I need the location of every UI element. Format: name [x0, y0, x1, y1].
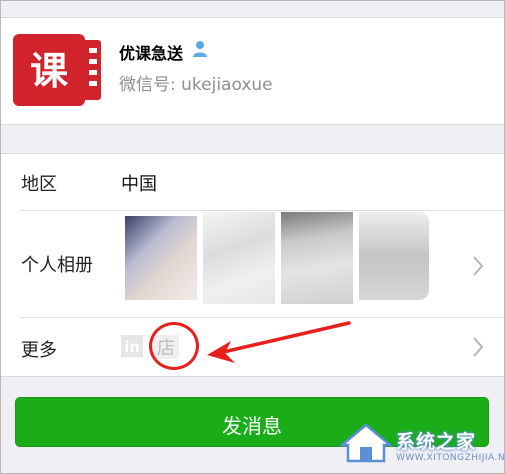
more-label: 更多: [21, 340, 57, 361]
house-logo-icon: [338, 423, 394, 463]
album-photo: [125, 216, 197, 300]
album-photo: [359, 212, 429, 300]
logo-char: 课: [30, 49, 68, 93]
profile-name: 优课急送: [119, 44, 184, 63]
region-value: 中国: [121, 174, 157, 195]
linkedin-icon: in: [124, 338, 140, 356]
chevron-right-icon: [473, 337, 484, 357]
album-label: 个人相册: [21, 255, 93, 276]
annotation-circle: [149, 322, 199, 370]
profile-card[interactable]: 课 优课急送 微信号: ukejiaoxue: [1, 18, 504, 125]
top-divider-strip: [1, 1, 504, 18]
account-logo: 课: [13, 34, 101, 106]
annotation-arrow-icon: [207, 321, 351, 363]
chevron-right-icon: [473, 256, 484, 276]
region-row: 地区 中国: [1, 154, 504, 210]
album-photo: [281, 212, 353, 304]
wechat-id: 微信号: ukejiaoxue: [119, 75, 273, 95]
watermark-url: WWW.XITONGZHIJIA.NET: [396, 453, 505, 463]
watermark-text: 系统之家: [396, 431, 477, 453]
site-watermark: 系统之家 WWW.XITONGZHIJIA.NET: [338, 419, 504, 467]
album-thumbnails[interactable]: [125, 212, 429, 304]
region-label: 地区: [21, 174, 57, 195]
album-photo: [203, 212, 275, 304]
screen: 课 优课急送 微信号: ukejiaoxue 地区 中国 个人相册 更多 in …: [0, 0, 505, 474]
person-verified-icon: [193, 41, 207, 57]
